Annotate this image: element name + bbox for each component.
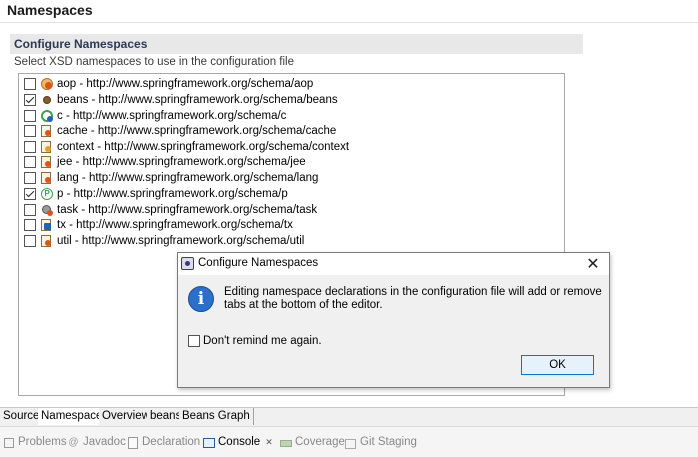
dialog-message: Editing namespace declarations in the co…	[224, 286, 602, 311]
namespace-checkbox[interactable]	[24, 124, 36, 137]
title-separator	[0, 22, 698, 23]
view-tab-label: Javadoc	[83, 436, 126, 448]
namespace-checkbox[interactable]	[24, 93, 36, 106]
namespace-checkbox[interactable]	[24, 109, 36, 122]
xsd-file-icon	[40, 234, 54, 248]
section-title: Configure Namespaces	[14, 37, 148, 51]
namespace-label: lang - http://www.springframework.org/sc…	[57, 171, 319, 184]
namespace-label: cache - http://www.springframework.org/s…	[57, 124, 337, 137]
view-tab-label: Console	[218, 436, 261, 448]
namespace-label: p - http://www.springframework.org/schem…	[57, 187, 288, 200]
bean-icon	[40, 93, 54, 107]
view-tab-declaration[interactable]: Declaration	[127, 434, 200, 450]
close-icon[interactable]: ✕	[584, 255, 602, 273]
namespace-checkbox[interactable]	[24, 155, 36, 168]
dont-remind-checkbox[interactable]: Don't remind me again.	[188, 335, 322, 347]
namespace-label: aop - http://www.springframework.org/sch…	[57, 77, 314, 90]
views-bar: Problems @ Javadoc Declaration Console ✕…	[0, 426, 698, 457]
namespace-label: beans - http://www.springframework.org/s…	[57, 93, 338, 106]
dialog-title: Configure Namespaces	[198, 257, 319, 269]
checkbox-label: Don't remind me again.	[203, 335, 322, 347]
dialog-titlebar[interactable]: Configure Namespaces ✕	[178, 253, 609, 275]
namespace-item-beans[interactable]: beans - http://www.springframework.org/s…	[24, 92, 338, 107]
namespace-item-aop[interactable]: aop - http://www.springframework.org/sch…	[24, 76, 313, 91]
namespace-item-p[interactable]: P p - http://www.springframework.org/sch…	[24, 186, 288, 201]
ok-button[interactable]: OK	[521, 355, 594, 375]
namespace-item-task[interactable]: task - http://www.springframework.org/sc…	[24, 202, 317, 217]
view-tab-javadoc[interactable]: @ Javadoc	[68, 434, 126, 450]
git-staging-icon	[345, 437, 356, 449]
xsd-file-icon	[40, 218, 54, 232]
namespace-label: jee - http://www.springframework.org/sch…	[57, 155, 306, 168]
coverage-icon	[280, 437, 292, 448]
namespace-item-util[interactable]: util - http://www.springframework.org/sc…	[24, 233, 304, 248]
namespace-checkbox[interactable]	[24, 77, 36, 90]
section-header: Configure Namespaces	[10, 34, 583, 54]
app-icon	[181, 257, 194, 270]
namespace-item-tx[interactable]: tx - http://www.springframework.org/sche…	[24, 217, 293, 232]
namespace-label: util - http://www.springframework.org/sc…	[57, 234, 305, 247]
namespace-checkbox[interactable]	[24, 171, 36, 184]
info-icon: i	[188, 286, 214, 312]
namespace-label: tx - http://www.springframework.org/sche…	[57, 218, 293, 231]
problems-icon	[3, 437, 14, 448]
console-icon	[203, 437, 215, 448]
javadoc-icon: @	[68, 436, 79, 448]
xsd-file-icon	[40, 124, 54, 138]
namespace-label: c - http://www.springframework.org/schem…	[57, 109, 287, 122]
p-namespace-icon: P	[40, 187, 54, 201]
namespace-item-jee[interactable]: jee - http://www.springframework.org/sch…	[24, 154, 306, 169]
section-description: Select XSD namespaces to use in the conf…	[14, 56, 294, 68]
namespace-item-cache[interactable]: cache - http://www.springframework.org/s…	[24, 123, 336, 138]
namespace-checkbox[interactable]	[24, 218, 36, 231]
tab-source[interactable]: Source	[0, 408, 44, 425]
view-tab-label: Coverage	[295, 436, 345, 448]
xsd-file-icon	[40, 155, 54, 169]
view-tab-problems[interactable]: Problems	[3, 434, 67, 450]
checkbox[interactable]	[188, 335, 200, 347]
tab-beans-graph[interactable]: Beans Graph	[179, 408, 254, 425]
page-title: Namespaces	[7, 2, 93, 18]
namespace-label: context - http://www.springframework.org…	[57, 140, 350, 153]
xsd-file-icon	[40, 171, 54, 185]
editor-tab-bar: Source Namespaces Overview beans Beans G…	[0, 407, 698, 426]
declaration-icon	[127, 436, 138, 449]
view-tab-coverage[interactable]: Coverage	[280, 434, 345, 450]
view-tab-label: Git Staging	[360, 436, 417, 448]
aop-icon	[40, 77, 54, 91]
task-icon	[40, 203, 54, 217]
view-tab-git-staging[interactable]: Git Staging	[345, 434, 417, 450]
tab-overview[interactable]: Overview	[99, 408, 154, 425]
configure-namespaces-dialog: Configure Namespaces ✕ i Editing namespa…	[177, 252, 610, 388]
namespace-item-c[interactable]: c - http://www.springframework.org/schem…	[24, 108, 286, 123]
view-tab-label: Problems	[18, 436, 67, 448]
namespace-checkbox[interactable]	[24, 234, 36, 247]
xsd-file-icon	[40, 140, 54, 154]
view-tab-console[interactable]: Console ✕	[203, 434, 273, 450]
close-icon[interactable]: ✕	[265, 437, 273, 448]
namespace-checkbox[interactable]	[24, 140, 36, 153]
view-tab-label: Declaration	[142, 436, 201, 448]
namespace-checkbox[interactable]	[24, 203, 36, 216]
c-namespace-icon	[40, 109, 54, 123]
namespace-label: task - http://www.springframework.org/sc…	[57, 203, 318, 216]
namespace-item-lang[interactable]: lang - http://www.springframework.org/sc…	[24, 170, 318, 185]
namespace-checkbox[interactable]	[24, 187, 36, 200]
namespace-item-context[interactable]: context - http://www.springframework.org…	[24, 139, 349, 154]
